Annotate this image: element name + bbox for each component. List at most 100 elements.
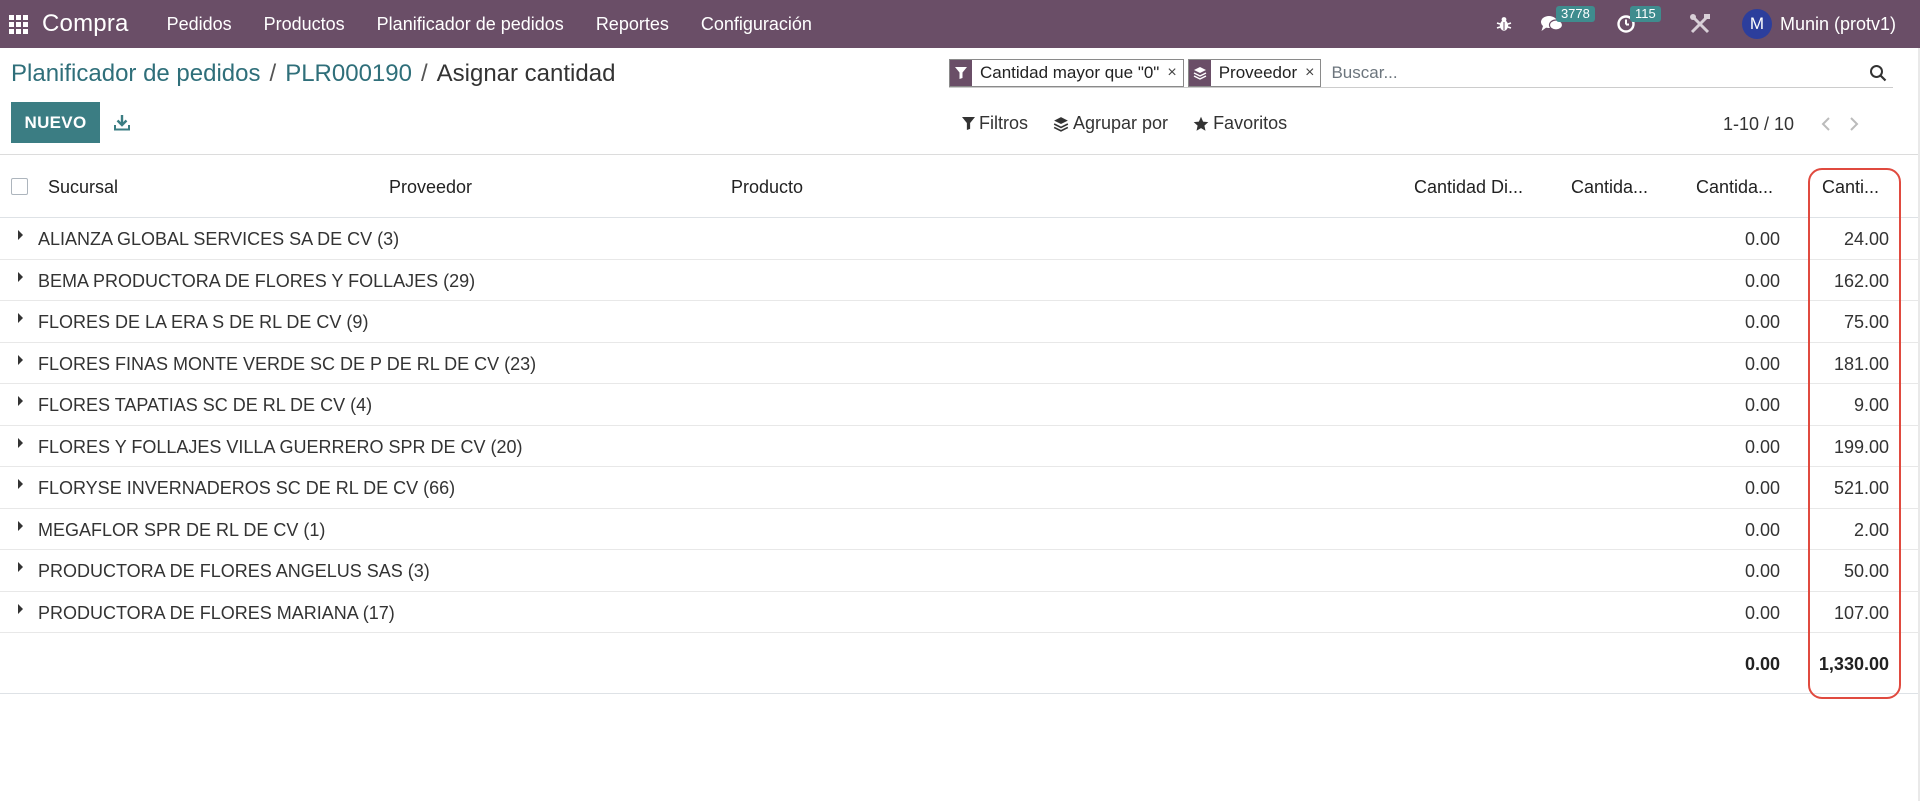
group-name: PRODUCTORA DE FLORES ANGELUS SAS (3)	[38, 561, 430, 581]
search-input[interactable]	[1325, 62, 1863, 83]
column-header-cantida-1[interactable]: Cantida...	[1571, 177, 1648, 198]
group-row[interactable]: FLORES Y FOLLAJES VILLA GUERRERO SPR DE …	[0, 426, 1920, 467]
tools-icon[interactable]	[1680, 0, 1720, 48]
breadcrumb-plr000190[interactable]: PLR000190	[285, 60, 412, 88]
search-facet-filter: Cantidad mayor que "0" ×	[949, 58, 1184, 87]
menu-item-productos[interactable]: Productos	[248, 0, 361, 48]
group-row[interactable]: MEGAFLOR SPR DE RL DE CV (1) 0.00 2.00	[0, 509, 1920, 550]
group-name: FLORES FINAS MONTE VERDE SC DE P DE RL D…	[38, 353, 537, 374]
group-value: 75.00	[1843, 312, 1889, 332]
group-value: 0.00	[1744, 270, 1780, 291]
group-row[interactable]: PRODUCTORA DE FLORES MARIANA (17) 0.00 1…	[0, 592, 1920, 633]
messages-icon[interactable]: 3778	[1532, 0, 1595, 48]
table-header: Sucursal Proveedor Producto Cantidad Di.…	[0, 156, 1920, 218]
total-value: 0.00	[1744, 654, 1780, 674]
layers-icon	[1053, 116, 1069, 132]
caret-right-icon	[18, 479, 23, 489]
group-value: 0.00	[1744, 519, 1780, 540]
group-name: BEMA PRODUCTORA DE FLORES Y FOLLAJES (29…	[38, 270, 476, 291]
menu-item-reportes[interactable]: Reportes	[580, 0, 685, 48]
control-panel-divider	[0, 154, 1920, 155]
chevron-right-icon[interactable]	[1840, 112, 1868, 136]
group-value: 0.00	[1744, 395, 1780, 415]
column-header-cantida-2[interactable]: Cantida...	[1696, 177, 1773, 198]
facet-label: Proveedor	[1218, 62, 1298, 82]
group-row[interactable]: FLORES DE LA ERA S DE RL DE CV (9) 0.00 …	[0, 301, 1920, 343]
activities-badge: 115	[1629, 6, 1661, 22]
menu-item-planificador[interactable]: Planificador de pedidos	[361, 0, 580, 48]
group-by-label: Agrupar por	[1073, 113, 1169, 133]
group-name: FLORYSE INVERNADEROS SC DE RL DE CV (66)	[38, 478, 456, 498]
apps-menu-icon[interactable]	[0, 0, 42, 48]
filters-toggle[interactable]: Filtros	[962, 113, 1028, 134]
group-value: 0.00	[1744, 353, 1780, 374]
page-title: Asignar cantidad	[436, 60, 616, 87]
filter-icon	[962, 117, 975, 130]
breadcrumb-separator: /	[420, 60, 428, 87]
caret-right-icon	[18, 603, 23, 614]
download-icon[interactable]	[110, 110, 134, 134]
top-navbar: Compra Pedidos Productos Planificador de…	[0, 0, 1920, 48]
debug-bug-icon[interactable]	[1484, 0, 1524, 48]
app-name[interactable]: Compra	[42, 10, 129, 38]
star-icon	[1193, 116, 1209, 131]
group-row[interactable]: PRODUCTORA DE FLORES ANGELUS SAS (3) 0.0…	[0, 550, 1920, 592]
group-name: FLORES TAPATIAS SC DE RL DE CV (4)	[38, 395, 373, 415]
column-header-proveedor[interactable]: Proveedor	[389, 177, 472, 198]
menu-item-configuracion[interactable]: Configuración	[685, 0, 828, 48]
select-all-checkbox[interactable]	[11, 178, 28, 195]
group-value: 9.00	[1853, 395, 1889, 415]
facet-remove-button[interactable]: ×	[1305, 60, 1320, 86]
systray: 3778 115 M Munin (protv1)	[1484, 0, 1920, 48]
group-by-toggle[interactable]: Agrupar por	[1053, 113, 1168, 134]
search-facet-groupby: Proveedor ×	[1187, 58, 1322, 87]
group-row[interactable]: FLORES FINAS MONTE VERDE SC DE P DE RL D…	[0, 343, 1920, 384]
group-value: 0.00	[1744, 312, 1780, 332]
favorites-toggle[interactable]: Favoritos	[1193, 113, 1287, 134]
new-button[interactable]: NUEVO	[11, 102, 100, 143]
total-value: 1,330.00	[1818, 654, 1889, 674]
group-value: 181.00	[1833, 353, 1889, 374]
column-header-producto[interactable]: Producto	[731, 177, 803, 198]
menu-item-pedidos[interactable]: Pedidos	[151, 0, 248, 48]
column-header-sucursal[interactable]: Sucursal	[48, 177, 118, 198]
caret-right-icon	[18, 437, 23, 448]
group-value: 50.00	[1843, 561, 1889, 581]
breadcrumb-separator: /	[269, 60, 277, 87]
pager-value[interactable]: 1-10 / 10	[1723, 114, 1794, 135]
column-header-canti[interactable]: Canti...	[1822, 177, 1879, 198]
user-menu[interactable]: M Munin (protv1)	[1741, 9, 1896, 39]
breadcrumb: Planificador de pedidos / PLR000190 / As…	[11, 60, 615, 88]
column-header-cantidad-di[interactable]: Cantidad Di...	[1414, 177, 1523, 198]
avatar: M	[1741, 9, 1772, 39]
search-options: Filtros Agrupar por Favoritos	[962, 113, 1312, 134]
facet-remove-button[interactable]: ×	[1167, 60, 1182, 86]
group-value: 0.00	[1744, 561, 1780, 581]
group-row[interactable]: ALIANZA GLOBAL SERVICES SA DE CV (3) 0.0…	[0, 218, 1920, 260]
group-row[interactable]: BEMA PRODUCTORA DE FLORES Y FOLLAJES (29…	[0, 260, 1920, 301]
user-name: Munin (protv1)	[1779, 13, 1896, 34]
caret-right-icon	[18, 396, 23, 406]
search-icon[interactable]	[1863, 58, 1893, 88]
group-value: 521.00	[1833, 478, 1889, 498]
caret-right-icon	[18, 271, 23, 282]
favorites-label: Favoritos	[1213, 113, 1288, 133]
group-name: FLORES Y FOLLAJES VILLA GUERRERO SPR DE …	[38, 436, 523, 457]
group-row[interactable]: FLORES TAPATIAS SC DE RL DE CV (4) 0.00 …	[0, 384, 1920, 426]
pager: 1-10 / 10	[1723, 112, 1868, 136]
table-footer-totals: 0.00 1,330.00	[0, 633, 1920, 694]
group-value: 107.00	[1833, 602, 1889, 623]
chevron-left-icon[interactable]	[1812, 112, 1840, 136]
group-value: 2.00	[1853, 519, 1889, 540]
activities-clock-icon[interactable]: 115	[1606, 0, 1661, 48]
filters-label: Filtros	[979, 113, 1028, 133]
group-value: 0.00	[1744, 436, 1780, 457]
group-row[interactable]: FLORYSE INVERNADEROS SC DE RL DE CV (66)…	[0, 467, 1920, 509]
messages-badge: 3778	[1555, 6, 1595, 22]
facet-label: Cantidad mayor que "0"	[980, 62, 1160, 82]
caret-right-icon	[18, 354, 23, 365]
layers-icon	[1188, 59, 1211, 86]
breadcrumb-planificador[interactable]: Planificador de pedidos	[11, 60, 261, 88]
filter-icon	[950, 59, 972, 86]
group-name: FLORES DE LA ERA S DE RL DE CV (9)	[38, 312, 369, 332]
